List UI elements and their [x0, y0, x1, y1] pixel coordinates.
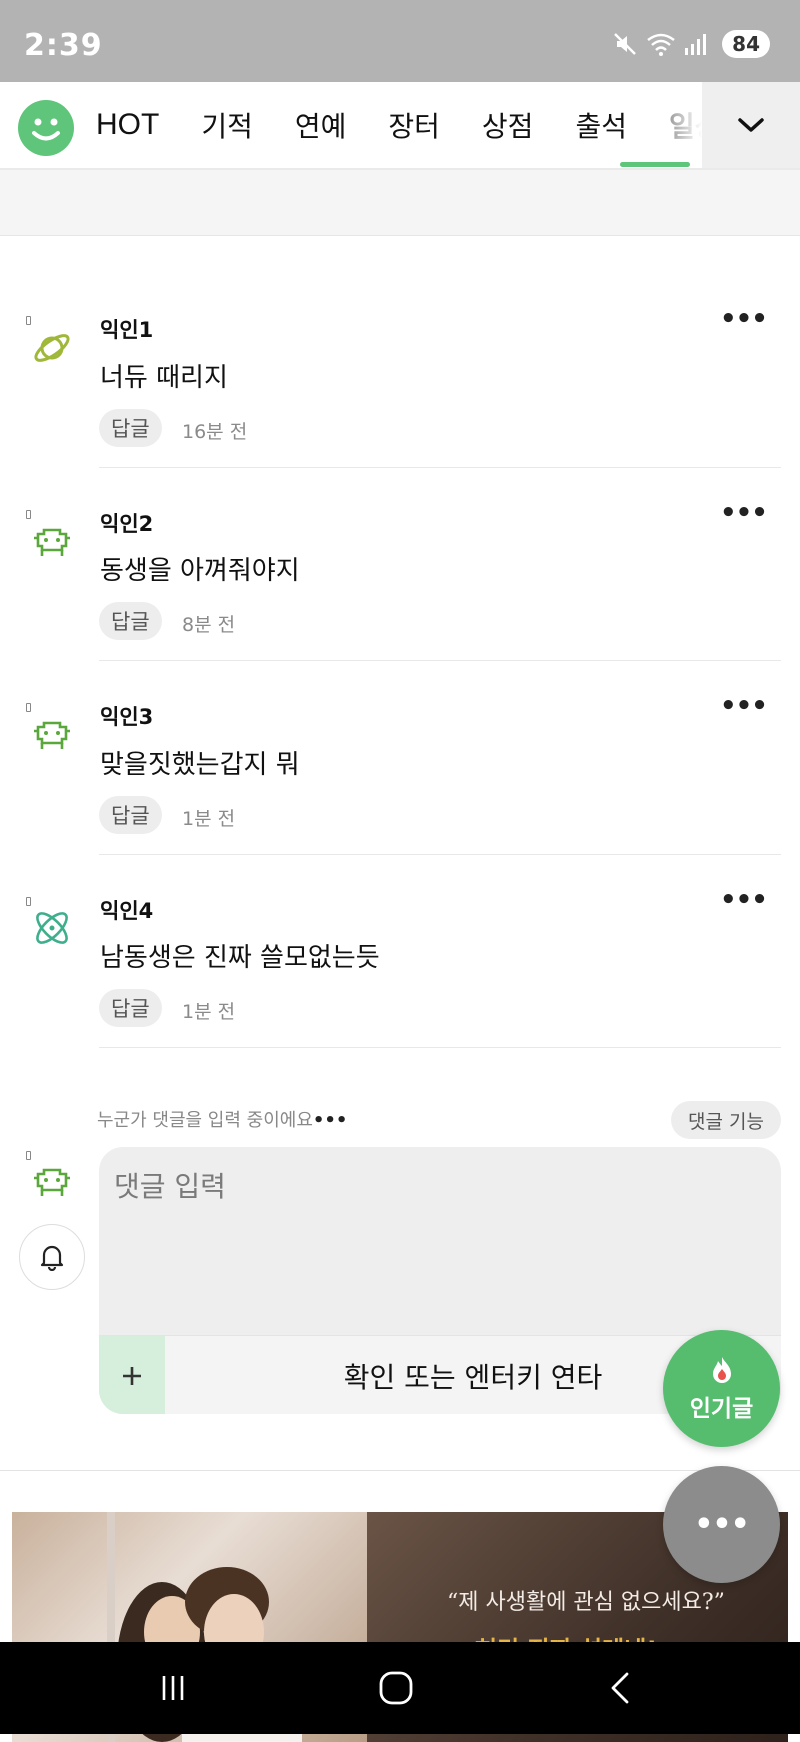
- comment-menu-button[interactable]: •••: [720, 691, 768, 721]
- comment-input[interactable]: 댓글 입력: [114, 1165, 226, 1205]
- divider: [99, 1047, 781, 1048]
- space-invader-icon: [34, 721, 70, 749]
- author-tag-icon: [26, 703, 31, 712]
- atom-icon: [36, 912, 68, 944]
- system-navigation-bar: [0, 1642, 800, 1734]
- recent-apps-button[interactable]: [113, 1642, 233, 1734]
- reply-button[interactable]: 답글: [99, 409, 162, 447]
- typing-notice-text: 누군가 댓글을 입력 중이에요: [97, 1110, 313, 1131]
- comment-text: 너듀 때리지: [100, 363, 228, 393]
- divider: [0, 1470, 800, 1471]
- space-invader-icon: [34, 528, 70, 556]
- bell-icon: [40, 1245, 64, 1271]
- comment-menu-button[interactable]: •••: [720, 498, 768, 528]
- divider: [99, 660, 781, 661]
- divider: [99, 854, 781, 855]
- comment-item: 익인4 남동생은 진짜 쓸모없는듯 답글 1분 전 •••: [0, 0, 800, 1048]
- comment-menu-button[interactable]: •••: [720, 885, 768, 915]
- comment-time: 16분 전: [182, 421, 248, 443]
- more-options-button[interactable]: •••: [663, 1466, 780, 1583]
- comment-menu-button[interactable]: •••: [720, 304, 768, 334]
- home-icon: [379, 1671, 413, 1705]
- reply-button[interactable]: 답글: [99, 989, 162, 1027]
- reply-button[interactable]: 답글: [99, 796, 162, 834]
- reply-button[interactable]: 답글: [99, 602, 162, 640]
- comment-text: 동생을 아껴줘야지: [100, 556, 300, 586]
- back-icon: [611, 1672, 629, 1704]
- attach-button[interactable]: [99, 1336, 165, 1414]
- comment-author: 익인1: [100, 318, 154, 342]
- comment-time: 1분 전: [182, 808, 236, 830]
- author-tag-icon: [26, 897, 31, 906]
- notification-bell-button[interactable]: [19, 1224, 85, 1290]
- fire-icon: [712, 1356, 731, 1383]
- divider: [99, 467, 781, 468]
- comment-text: 남동생은 진짜 쓸모없는듯: [100, 943, 380, 973]
- comment-author: 익인4: [100, 899, 154, 923]
- comment-feature-button[interactable]: 댓글 기능: [671, 1101, 781, 1139]
- ad-quote: “제 사생활에 관심 없으세요?”: [447, 1590, 725, 1615]
- comment-author: 익인3: [100, 705, 154, 729]
- back-button[interactable]: [560, 1642, 680, 1734]
- space-invader-icon: [34, 1168, 70, 1196]
- comment-time: 8분 전: [182, 614, 236, 636]
- home-button[interactable]: [336, 1642, 456, 1734]
- typing-dots: •••: [312, 1110, 348, 1131]
- plus-icon: [123, 1366, 141, 1385]
- typing-indicator: 누군가 댓글을 입력 중이에요•••: [97, 1106, 347, 1132]
- popular-posts-label: 인기글: [689, 1395, 754, 1422]
- recent-apps-icon: [162, 1676, 184, 1700]
- popular-posts-button[interactable]: 인기글: [663, 1330, 780, 1447]
- planet-icon: [34, 334, 70, 362]
- author-tag-icon: [26, 1151, 31, 1160]
- comment-time: 1분 전: [182, 1001, 236, 1023]
- comment-author: 익인2: [100, 512, 154, 536]
- comment-text: 맞을짓했는갑지 뭐: [100, 750, 300, 780]
- author-tag-icon: [26, 316, 31, 325]
- author-tag-icon: [26, 510, 31, 519]
